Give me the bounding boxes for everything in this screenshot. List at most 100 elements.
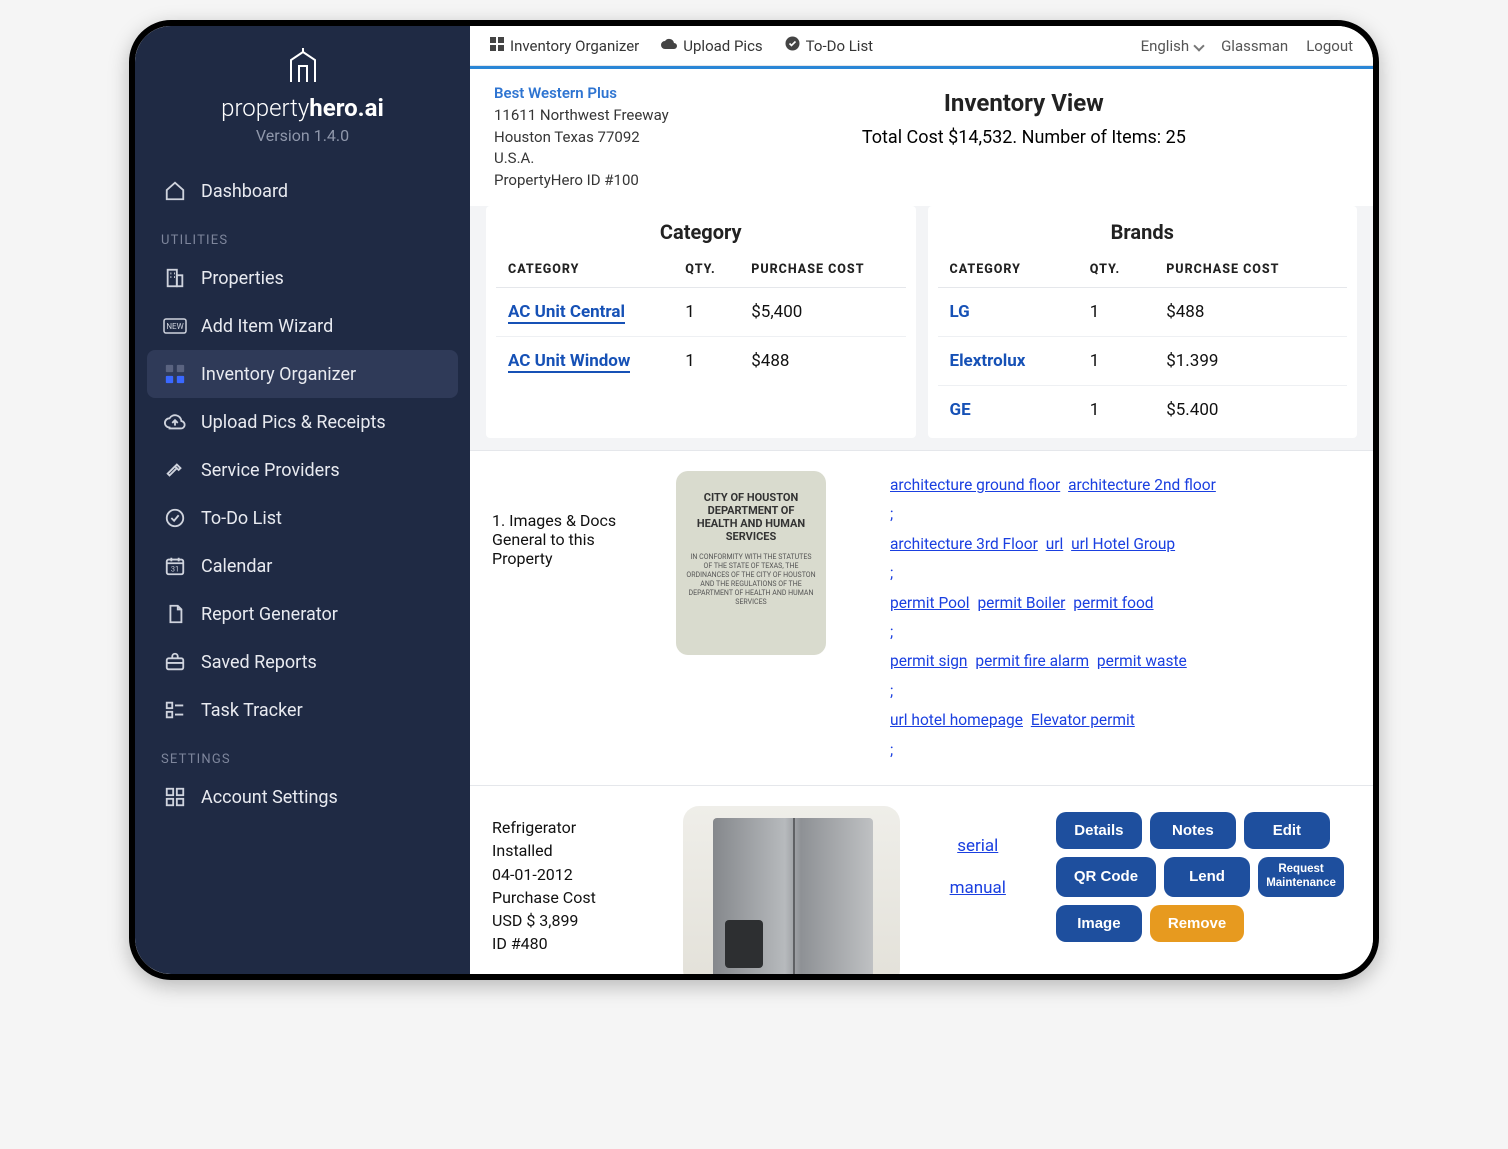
col-cost: PURCHASE COST — [1154, 252, 1347, 288]
col-category: CATEGORY — [496, 252, 673, 288]
brands-panel-title: Brands — [938, 220, 1348, 244]
brand-part2: hero.ai — [309, 94, 384, 122]
header-right: Inventory View Total Cost $14,532. Numbe… — [699, 83, 1349, 192]
topbar-left: Inventory Organizer Upload Pics To-Do Li… — [490, 36, 873, 55]
doc-link[interactable]: architecture 2nd floor — [1068, 476, 1216, 494]
notes-button[interactable]: Notes — [1150, 812, 1236, 849]
doc-thumbnail[interactable]: CITY OF HOUSTON DEPARTMENT OF HEALTH AND… — [676, 471, 826, 655]
remove-button[interactable]: Remove — [1150, 905, 1244, 942]
item-info: Refrigerator Installed 04-01-2012 Purcha… — [492, 806, 659, 955]
summary-panels: Category CATEGORY QTY. PURCHASE COST AC … — [470, 206, 1373, 450]
docs-row: 1. Images & Docs General to this Propert… — [470, 450, 1373, 785]
table-row: AC Unit Central 1 $5,400 — [496, 287, 906, 336]
brand-link[interactable]: Elextrolux — [938, 336, 1078, 385]
nav-dashboard[interactable]: Dashboard — [147, 167, 458, 215]
nav-properties[interactable]: Properties — [147, 254, 458, 302]
table-row: AC Unit Window 1 $488 — [496, 336, 906, 385]
top-todo-list[interactable]: To-Do List — [785, 36, 873, 55]
calendar-icon: 31 — [163, 554, 187, 578]
col-qty: QTY. — [673, 252, 739, 288]
category-panel: Category CATEGORY QTY. PURCHASE COST AC … — [486, 206, 916, 438]
app-frame: propertyhero.ai Version 1.4.0 Dashboard … — [129, 20, 1379, 980]
nav-calendar[interactable]: 31 Calendar — [147, 542, 458, 590]
nav-report-generator[interactable]: Report Generator — [147, 590, 458, 638]
manual-link[interactable]: manual — [924, 878, 1032, 898]
item-thumbnail[interactable] — [683, 806, 899, 974]
doc-link[interactable]: url Hotel Group — [1071, 535, 1175, 553]
doc-link[interactable]: architecture ground floor — [890, 476, 1060, 494]
brand-block: propertyhero.ai Version 1.4.0 — [135, 46, 470, 153]
settings-grid-icon — [163, 785, 187, 809]
brand-link[interactable]: LG — [938, 287, 1078, 336]
serial-link[interactable]: serial — [924, 836, 1032, 856]
cloud-upload-icon — [163, 410, 187, 434]
language-selector[interactable]: English — [1141, 37, 1204, 55]
nav-label: Task Tracker — [201, 700, 303, 721]
request-maintenance-button[interactable]: Request Maintenance — [1258, 857, 1344, 897]
nav-label: To-Do List — [201, 508, 282, 529]
item-actions: Details Notes Edit QR Code Lend Request … — [1056, 806, 1351, 942]
tasks-icon — [163, 698, 187, 722]
doc-link[interactable]: permit sign — [890, 652, 968, 670]
doc-link[interactable]: permit fire alarm — [975, 652, 1089, 670]
logo-icon — [281, 46, 325, 94]
nav-saved-reports[interactable]: Saved Reports — [147, 638, 458, 686]
hammer-icon — [163, 458, 187, 482]
cell-qty: 1 — [1078, 287, 1154, 336]
doc-link[interactable]: url hotel homepage — [890, 711, 1023, 729]
cell-qty: 1 — [673, 287, 739, 336]
check-circle-icon — [163, 506, 187, 530]
cell-cost: $5,400 — [739, 287, 905, 336]
nav-inventory-organizer[interactable]: Inventory Organizer — [147, 350, 458, 398]
doc-link[interactable]: permit Pool — [890, 594, 970, 612]
top-label: To-Do List — [806, 37, 873, 55]
user-name[interactable]: Glassman — [1221, 37, 1288, 55]
nav-service-providers[interactable]: Service Providers — [147, 446, 458, 494]
item-cost-label: Purchase Cost — [492, 886, 659, 909]
doc-link[interactable]: url — [1046, 535, 1064, 553]
item-cost-value: USD $ 3,899 — [492, 909, 659, 932]
property-addr2: Houston Texas 77092 — [494, 127, 669, 149]
fridge-icon — [713, 818, 873, 974]
cell-qty: 1 — [1078, 385, 1154, 434]
category-link[interactable]: AC Unit Window — [496, 336, 673, 385]
property-country: U.S.A. — [494, 148, 669, 170]
topbar: Inventory Organizer Upload Pics To-Do Li… — [470, 26, 1373, 66]
doc-link[interactable]: permit Boiler — [977, 594, 1065, 612]
category-panel-title: Category — [496, 220, 906, 244]
item-installed-label: Installed — [492, 839, 659, 862]
logout-link[interactable]: Logout — [1306, 37, 1353, 55]
cloud-small-icon — [661, 37, 677, 55]
property-name[interactable]: Best Western Plus — [494, 83, 669, 105]
col-cost: PURCHASE COST — [739, 252, 905, 288]
doc-link[interactable]: Elevator permit — [1031, 711, 1135, 729]
nav-task-tracker[interactable]: Task Tracker — [147, 686, 458, 734]
table-row: LG 1 $488 — [938, 287, 1348, 336]
edit-button[interactable]: Edit — [1244, 812, 1330, 849]
qr-code-button[interactable]: QR Code — [1056, 857, 1156, 897]
top-upload-pics[interactable]: Upload Pics — [661, 37, 762, 55]
doc-link[interactable]: architecture 3rd Floor — [890, 535, 1038, 553]
nav-upload-pics[interactable]: Upload Pics & Receipts — [147, 398, 458, 446]
document-icon — [163, 602, 187, 626]
lend-button[interactable]: Lend — [1164, 857, 1250, 897]
nav-add-item-wizard[interactable]: NEW Add Item Wizard — [147, 302, 458, 350]
brand-link[interactable]: GE — [938, 385, 1078, 434]
nav-todo-list[interactable]: To-Do List — [147, 494, 458, 542]
image-button[interactable]: Image — [1056, 905, 1142, 942]
topbar-right: English Glassman Logout — [1141, 37, 1353, 55]
doc-sep: ; — [890, 741, 893, 759]
cell-text: AC Unit Window — [508, 351, 630, 373]
top-inventory-organizer[interactable]: Inventory Organizer — [490, 37, 639, 55]
nav-account-settings[interactable]: Account Settings — [147, 773, 458, 821]
doc-link[interactable]: permit food — [1073, 594, 1153, 612]
grid-icon — [163, 362, 187, 386]
btn-line2: Maintenance — [1266, 877, 1336, 889]
details-button[interactable]: Details — [1056, 812, 1142, 849]
doc-link[interactable]: permit waste — [1097, 652, 1187, 670]
doc-thumb-body: IN CONFORMITY WITH THE STATUTES OF THE S… — [686, 553, 816, 608]
doc-sep: ; — [890, 564, 893, 582]
docs-label: 1. Images & Docs General to this Propert… — [492, 471, 652, 568]
category-link[interactable]: AC Unit Central — [496, 287, 673, 336]
table-row: Elextrolux 1 $1.399 — [938, 336, 1348, 385]
